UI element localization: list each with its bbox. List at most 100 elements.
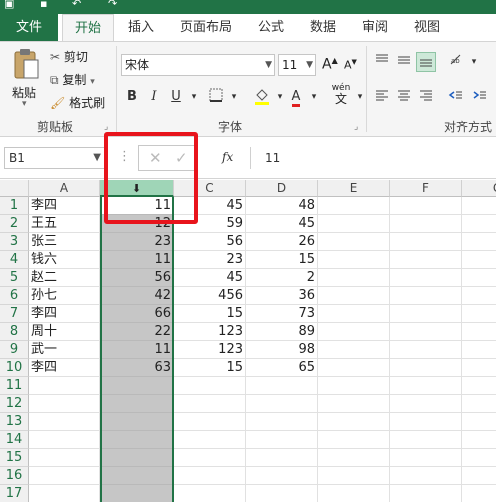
cell[interactable] bbox=[246, 467, 318, 485]
cell[interactable] bbox=[318, 413, 390, 431]
cell[interactable] bbox=[29, 431, 100, 449]
row-header[interactable]: 6 bbox=[0, 287, 29, 305]
cell[interactable]: 36 bbox=[246, 287, 318, 305]
enter-icon[interactable]: ✓ bbox=[175, 149, 188, 167]
cell[interactable] bbox=[174, 395, 246, 413]
cell[interactable] bbox=[318, 323, 390, 341]
align-right-icon[interactable] bbox=[416, 87, 436, 107]
cell[interactable] bbox=[100, 449, 174, 467]
cell[interactable] bbox=[462, 233, 496, 251]
cell[interactable] bbox=[29, 449, 100, 467]
formula-input[interactable]: 11 bbox=[250, 147, 496, 169]
row-header[interactable]: 13 bbox=[0, 413, 29, 431]
cell[interactable] bbox=[174, 485, 246, 502]
cell[interactable]: 钱六 bbox=[29, 251, 100, 269]
cell[interactable]: 48 bbox=[246, 197, 318, 215]
cell[interactable]: 23 bbox=[100, 233, 174, 251]
cell[interactable]: 59 bbox=[174, 215, 246, 233]
phonetic-button[interactable]: wén 文 bbox=[330, 84, 352, 106]
row-header[interactable]: 2 bbox=[0, 215, 29, 233]
align-bottom-icon[interactable] bbox=[416, 52, 436, 72]
cell[interactable] bbox=[462, 359, 496, 377]
cell[interactable] bbox=[246, 413, 318, 431]
cell[interactable]: 73 bbox=[246, 305, 318, 323]
tab-7[interactable]: 视图 bbox=[404, 14, 450, 41]
cell[interactable] bbox=[390, 341, 462, 359]
cell[interactable] bbox=[318, 197, 390, 215]
cell[interactable] bbox=[462, 341, 496, 359]
cell[interactable]: 武一 bbox=[29, 341, 100, 359]
row-header[interactable]: 14 bbox=[0, 431, 29, 449]
cell[interactable] bbox=[174, 413, 246, 431]
cell[interactable]: 66 bbox=[100, 305, 174, 323]
format-painter-button[interactable]: 🖌 格式刷 bbox=[50, 94, 105, 111]
cell[interactable] bbox=[29, 485, 100, 502]
cell[interactable] bbox=[462, 467, 496, 485]
cell[interactable] bbox=[462, 287, 496, 305]
column-header-a[interactable]: A bbox=[29, 180, 100, 197]
cell[interactable] bbox=[318, 377, 390, 395]
cell[interactable] bbox=[462, 413, 496, 431]
cancel-icon[interactable]: ✕ bbox=[149, 149, 162, 167]
cell[interactable] bbox=[462, 449, 496, 467]
tab-1[interactable]: 开始 bbox=[62, 14, 114, 41]
cell[interactable]: 123 bbox=[174, 323, 246, 341]
cell[interactable] bbox=[462, 197, 496, 215]
cell[interactable] bbox=[29, 467, 100, 485]
row-header[interactable]: 1 bbox=[0, 197, 29, 215]
row-header[interactable]: 17 bbox=[0, 485, 29, 502]
cell[interactable]: 45 bbox=[174, 197, 246, 215]
underline-dropdown-icon[interactable]: ▾ bbox=[184, 87, 204, 107]
cell[interactable]: 15 bbox=[174, 305, 246, 323]
font-color-dropdown-icon[interactable]: ▾ bbox=[304, 87, 324, 107]
cell[interactable] bbox=[246, 377, 318, 395]
cell[interactable] bbox=[390, 485, 462, 502]
cell[interactable] bbox=[174, 377, 246, 395]
copy-button[interactable]: ⧉ 复制 ▾ bbox=[50, 71, 95, 88]
cell[interactable] bbox=[318, 449, 390, 467]
shrink-font-button[interactable]: A▼ bbox=[344, 58, 357, 72]
cell[interactable] bbox=[318, 251, 390, 269]
clipboard-launcher-icon[interactable]: ⌟ bbox=[104, 122, 108, 132]
column-header-g[interactable]: G bbox=[462, 180, 496, 197]
cell[interactable] bbox=[318, 341, 390, 359]
tab-6[interactable]: 审阅 bbox=[352, 14, 398, 41]
row-header[interactable]: 16 bbox=[0, 467, 29, 485]
row-header[interactable]: 11 bbox=[0, 377, 29, 395]
font-launcher-icon[interactable]: ⌟ bbox=[354, 122, 358, 132]
column-header-b[interactable]: ⬇ bbox=[100, 180, 174, 197]
border-icon[interactable] bbox=[206, 87, 226, 107]
tab-3[interactable]: 页面布局 bbox=[170, 14, 242, 41]
align-left-icon[interactable] bbox=[372, 87, 392, 107]
clipboard-icon[interactable] bbox=[10, 48, 40, 82]
cell[interactable] bbox=[390, 287, 462, 305]
cell[interactable]: 63 bbox=[100, 359, 174, 377]
cell[interactable] bbox=[390, 449, 462, 467]
fill-color-icon[interactable] bbox=[252, 87, 272, 107]
cell[interactable] bbox=[390, 431, 462, 449]
increase-indent-icon[interactable] bbox=[470, 87, 490, 107]
cell[interactable] bbox=[390, 377, 462, 395]
row-header[interactable]: 12 bbox=[0, 395, 29, 413]
row-header[interactable]: 4 bbox=[0, 251, 29, 269]
cell[interactable] bbox=[318, 395, 390, 413]
italic-button[interactable]: I bbox=[144, 87, 164, 107]
cell[interactable]: 456 bbox=[174, 287, 246, 305]
column-header-c[interactable]: C bbox=[174, 180, 246, 197]
cell[interactable]: 56 bbox=[100, 269, 174, 287]
cell[interactable] bbox=[390, 197, 462, 215]
cell[interactable] bbox=[390, 359, 462, 377]
cell[interactable]: 11 bbox=[100, 197, 174, 215]
cell[interactable] bbox=[462, 485, 496, 502]
tab-file[interactable]: 文件 bbox=[0, 14, 58, 41]
cell[interactable] bbox=[318, 359, 390, 377]
cell[interactable] bbox=[318, 485, 390, 502]
cell[interactable]: 15 bbox=[174, 359, 246, 377]
cell[interactable] bbox=[462, 215, 496, 233]
cell[interactable]: 孙七 bbox=[29, 287, 100, 305]
row-header[interactable]: 9 bbox=[0, 341, 29, 359]
cell[interactable] bbox=[390, 215, 462, 233]
cell[interactable]: 45 bbox=[174, 269, 246, 287]
cell[interactable] bbox=[390, 467, 462, 485]
cell[interactable] bbox=[100, 377, 174, 395]
